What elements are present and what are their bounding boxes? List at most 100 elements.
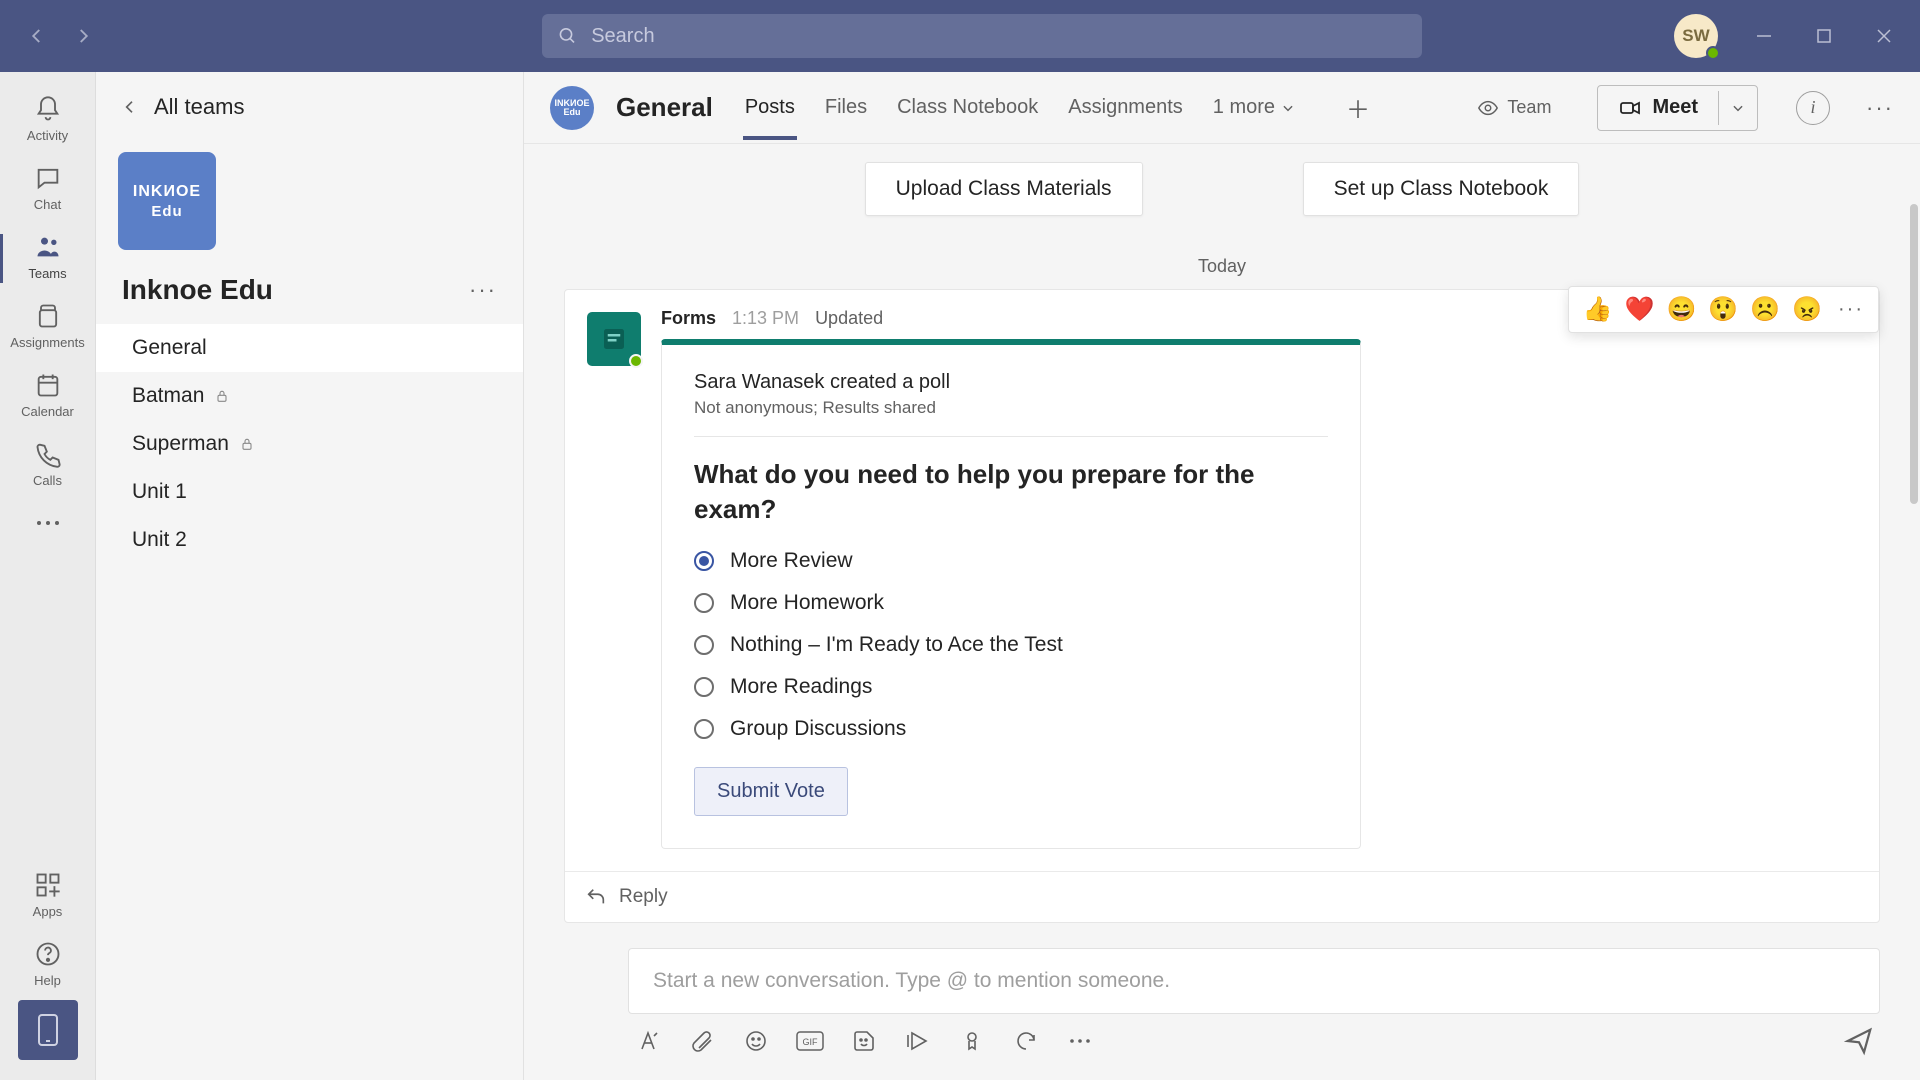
video-icon	[1618, 96, 1642, 120]
rail-label: Teams	[28, 266, 66, 281]
compose-input[interactable]	[628, 948, 1880, 1014]
title-bar: SW	[0, 0, 1920, 72]
tab-assignments[interactable]: Assignments	[1068, 76, 1183, 139]
rail-label: Assignments	[10, 335, 84, 350]
setup-notebook-card[interactable]: Set up Class Notebook	[1303, 162, 1580, 216]
praise-button[interactable]	[958, 1027, 986, 1055]
channel-item[interactable]: Unit 1	[96, 468, 523, 516]
search-input[interactable]	[591, 25, 1406, 48]
poll-option[interactable]: Nothing – I'm Ready to Ace the Test	[694, 633, 1328, 657]
chevron-down-icon	[1281, 101, 1295, 115]
rail-calls[interactable]: Calls	[0, 431, 95, 500]
rail-chat[interactable]: Chat	[0, 155, 95, 224]
attach-button[interactable]	[688, 1027, 716, 1055]
search-icon	[558, 26, 577, 46]
poll-option-label: Group Discussions	[730, 717, 906, 741]
team-logo[interactable]: INKИOE Edu	[118, 152, 216, 250]
presence-indicator	[629, 354, 643, 368]
team-name: Inknoe Edu	[122, 274, 273, 306]
user-avatar[interactable]: SW	[1674, 14, 1718, 58]
eye-icon	[1477, 97, 1499, 119]
rail-teams[interactable]: Teams	[0, 224, 95, 293]
lock-icon	[239, 436, 255, 452]
nav-forward-button[interactable]	[74, 27, 92, 45]
emoji-button[interactable]	[742, 1027, 770, 1055]
channel-title: General	[616, 92, 713, 123]
rail-label: Calls	[33, 473, 62, 488]
radio-button[interactable]	[694, 719, 714, 739]
window-minimize-button[interactable]	[1750, 22, 1778, 50]
presence-indicator	[1706, 46, 1720, 60]
tab-files[interactable]: Files	[825, 76, 867, 139]
poll-option[interactable]: More Homework	[694, 591, 1328, 615]
tab-posts[interactable]: Posts	[745, 76, 795, 139]
team-visibility-button[interactable]: Team	[1467, 91, 1561, 125]
submit-vote-button[interactable]: Submit Vote	[694, 767, 848, 816]
rail-label: Apps	[33, 904, 63, 919]
rail-activity[interactable]: Activity	[0, 86, 95, 155]
channel-item[interactable]: Batman	[96, 372, 523, 420]
radio-button[interactable]	[694, 593, 714, 613]
poll-option-label: More Review	[730, 549, 853, 573]
meet-button-group: Meet	[1597, 85, 1758, 131]
rail-more[interactable]	[0, 500, 95, 550]
chat-icon	[33, 163, 63, 193]
window-maximize-button[interactable]	[1810, 22, 1838, 50]
search-bar[interactable]	[542, 14, 1422, 58]
compose-more-button[interactable]	[1066, 1027, 1094, 1055]
radio-button[interactable]	[694, 635, 714, 655]
team-more-button[interactable]: ···	[469, 277, 497, 303]
help-icon	[33, 939, 63, 969]
send-button[interactable]	[1844, 1026, 1874, 1056]
channel-more-button[interactable]: ···	[1866, 95, 1894, 121]
date-separator: Today	[564, 256, 1880, 277]
format-button[interactable]	[634, 1027, 662, 1055]
channel-info-button[interactable]: i	[1796, 91, 1830, 125]
nav-back-button[interactable]	[28, 27, 46, 45]
upload-materials-card[interactable]: Upload Class Materials	[865, 162, 1143, 216]
channel-logo: INKИOEEdu	[550, 86, 594, 130]
poll-option[interactable]: More Readings	[694, 675, 1328, 699]
app-rail: Activity Chat Teams Assignments Calendar…	[0, 72, 96, 1080]
phone-icon	[33, 439, 63, 469]
tab-more[interactable]: 1 more	[1213, 96, 1295, 119]
channel-panel: All teams INKИOE Edu Inknoe Edu ··· Gene…	[96, 72, 524, 1080]
poll-option-label: More Homework	[730, 591, 884, 615]
gif-button[interactable]: GIF	[796, 1027, 824, 1055]
channel-item[interactable]: Superman	[96, 420, 523, 468]
poll-option[interactable]: Group Discussions	[694, 717, 1328, 741]
channel-header: INKИOEEdu General Posts Files Class Note…	[524, 72, 1920, 144]
poll-created-by: Sara Wanasek created a poll	[694, 371, 1328, 394]
mobile-icon	[35, 1012, 61, 1048]
rail-label: Activity	[27, 128, 68, 143]
back-to-teams[interactable]: All teams	[96, 72, 523, 142]
messages-scroll[interactable]: Upload Class Materials Set up Class Note…	[524, 144, 1920, 924]
rail-mobile-button[interactable]	[18, 1000, 78, 1060]
channel-item[interactable]: Unit 2	[96, 516, 523, 564]
forms-app-avatar	[587, 312, 641, 366]
rail-calendar[interactable]: Calendar	[0, 362, 95, 431]
back-label: All teams	[154, 94, 244, 120]
reply-button[interactable]: Reply	[565, 871, 1879, 922]
stream-button[interactable]	[904, 1027, 932, 1055]
tab-class-notebook[interactable]: Class Notebook	[897, 76, 1038, 139]
rail-assignments[interactable]: Assignments	[0, 293, 95, 362]
meet-button[interactable]: Meet	[1598, 86, 1718, 130]
channel-item[interactable]: General	[96, 324, 523, 372]
assignments-icon	[33, 301, 63, 331]
bell-icon	[33, 94, 63, 124]
rail-help[interactable]: Help	[0, 931, 95, 1000]
rail-apps[interactable]: Apps	[0, 862, 95, 931]
meet-dropdown[interactable]	[1718, 91, 1757, 125]
radio-button[interactable]	[694, 551, 714, 571]
add-tab-button[interactable]: ＋	[1343, 93, 1373, 123]
loop-button[interactable]	[1012, 1027, 1040, 1055]
chevron-down-icon	[1731, 101, 1745, 115]
sticker-button[interactable]	[850, 1027, 878, 1055]
window-close-button[interactable]	[1870, 22, 1898, 50]
scrollbar-thumb[interactable]	[1910, 204, 1918, 504]
poll-option[interactable]: More Review	[694, 549, 1328, 573]
svg-text:GIF: GIF	[803, 1037, 819, 1047]
calendar-icon	[33, 370, 63, 400]
radio-button[interactable]	[694, 677, 714, 697]
